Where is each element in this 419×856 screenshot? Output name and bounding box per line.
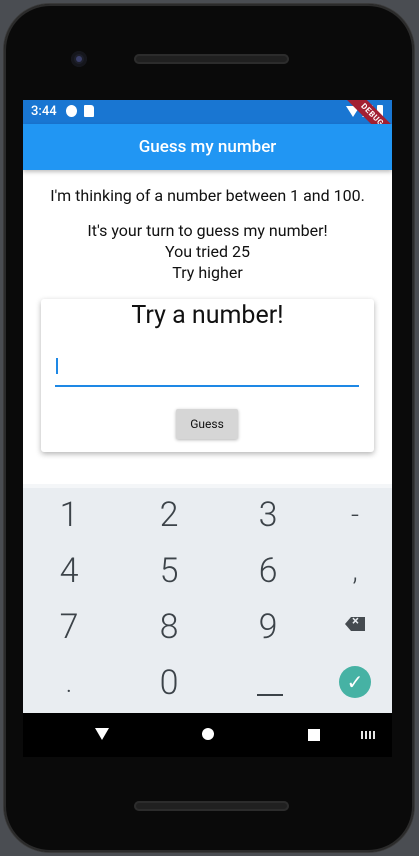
status-message: It's your turn to guess my number! You t… <box>23 220 392 283</box>
space-key[interactable] <box>257 694 283 696</box>
phone-frame: 3:44 DEBUG Guess my number I'm thinking … <box>4 4 414 852</box>
key-8[interactable]: 8 <box>123 600 215 656</box>
turn-line: It's your turn to guess my number! <box>87 221 328 240</box>
top-speaker <box>134 54 289 64</box>
guess-card: Try a number! Guess <box>41 299 374 452</box>
text-cursor <box>56 358 58 374</box>
key-4[interactable]: 4 <box>23 544 115 600</box>
key-0[interactable]: 0 <box>123 656 215 712</box>
key-minus[interactable]: - <box>309 488 392 544</box>
screen: 3:44 DEBUG Guess my number I'm thinking … <box>23 100 392 713</box>
key-5[interactable]: 5 <box>123 544 215 600</box>
card-title: Try a number! <box>131 301 284 330</box>
bottom-speaker <box>134 801 289 811</box>
done-check-icon[interactable]: ✓ <box>339 666 371 698</box>
key-comma[interactable]: , <box>309 544 392 600</box>
key-1[interactable]: 1 <box>23 488 115 544</box>
front-camera <box>71 51 87 67</box>
key-9[interactable]: 9 <box>222 600 314 656</box>
guess-button[interactable]: Guess <box>176 409 238 439</box>
guess-input[interactable] <box>55 351 359 387</box>
app-bar: Guess my number <box>23 124 392 170</box>
sd-card-icon <box>84 105 94 117</box>
hint-line: Try higher <box>172 263 243 282</box>
key-6[interactable]: 6 <box>222 544 314 600</box>
notification-icon <box>66 105 77 117</box>
key-2[interactable]: 2 <box>123 488 215 544</box>
intro-text: I'm thinking of a number between 1 and 1… <box>50 186 365 205</box>
key-3[interactable]: 3 <box>222 488 314 544</box>
home-icon[interactable] <box>202 728 214 740</box>
keyboard-switch-icon[interactable] <box>361 731 375 739</box>
status-time: 3:44 <box>31 104 57 119</box>
tried-line: You tried 25 <box>164 242 251 261</box>
app-title: Guess my number <box>138 137 277 157</box>
recent-apps-icon[interactable] <box>308 729 320 741</box>
key-7[interactable]: 7 <box>23 600 115 656</box>
backspace-icon[interactable] <box>345 617 365 631</box>
key-period[interactable]: . <box>23 656 115 712</box>
back-icon[interactable] <box>95 728 109 740</box>
navigation-bar <box>23 713 392 757</box>
numeric-keyboard: 1 2 3 - 4 5 6 , 7 8 9 . 0 ✓ <box>23 484 392 713</box>
status-bar: 3:44 <box>23 100 392 124</box>
